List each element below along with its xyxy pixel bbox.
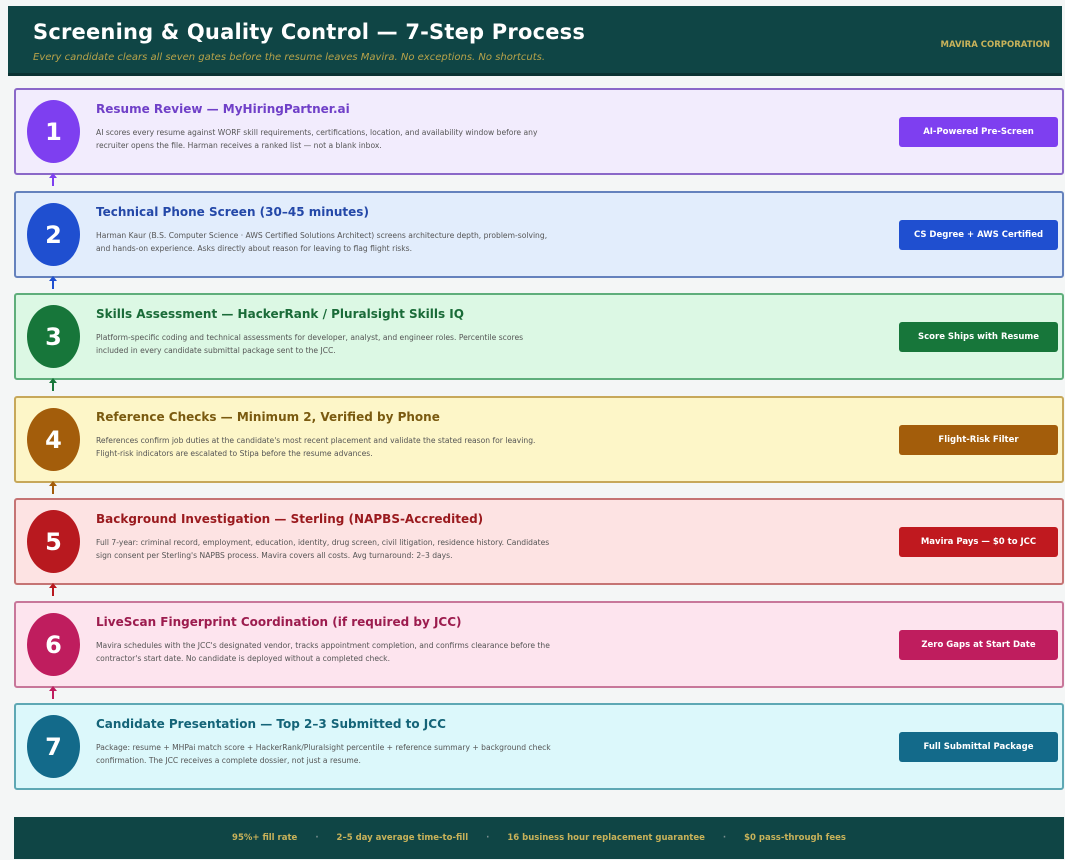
step-description: AI scores every resume against WORF skil… <box>96 128 538 150</box>
step-description: Mavira schedules with the JCC's designat… <box>96 641 550 663</box>
step-description: Full 7-year: criminal record, employment… <box>96 538 550 560</box>
step-badge: AI-Powered Pre-Screen <box>899 117 1058 147</box>
step-connector-arrow-icon <box>49 481 57 494</box>
step-title: Candidate Presentation — Top 2–3 Submitt… <box>96 717 446 731</box>
step-card-6: 6 LiveScan Fingerprint Coordination (if r… <box>14 601 1064 688</box>
step-connector-arrow-icon <box>49 173 57 186</box>
page-subtitle: Every candidate clears all seven gates b… <box>33 52 546 63</box>
step-title: Background Investigation — Sterling (NAP… <box>96 512 484 526</box>
step-badge: Flight-Risk Filter <box>899 425 1058 455</box>
step-badge: Score Ships with Resume <box>899 322 1058 352</box>
step-description: References confirm job duties at the can… <box>96 436 536 458</box>
step-number-badge: 6 <box>27 613 80 676</box>
page-header: Screening & Quality Control — 7-Step Pro… <box>8 6 1062 76</box>
step-number-badge: 5 <box>27 510 80 573</box>
step-badge: Mavira Pays — $0 to JCC <box>899 527 1058 557</box>
page-title: Screening & Quality Control — 7-Step Pro… <box>33 20 586 44</box>
step-connector-arrow-icon <box>49 583 57 596</box>
footer-stat-time-to-fill: 2–5 day average time-to-fill <box>336 833 469 843</box>
step-number-badge: 1 <box>27 100 80 163</box>
step-description: Platform-specific coding and technical a… <box>96 333 524 355</box>
step-title: Reference Checks — Minimum 2, Verified b… <box>96 410 440 424</box>
step-title: Resume Review — MyHiringPartner.ai <box>96 102 350 116</box>
step-title: Skills Assessment — HackerRank / Plurals… <box>96 307 464 321</box>
footer-separator: · <box>486 833 490 843</box>
step-number-badge: 2 <box>27 203 80 266</box>
step-number-badge: 3 <box>27 305 80 368</box>
company-name: MAVIRA CORPORATION <box>940 40 1050 50</box>
footer-stat-replacement: 16 business hour replacement guarantee <box>507 833 705 843</box>
step-card-4: 4 Reference Checks — Minimum 2, Verified … <box>14 396 1064 483</box>
step-description: Harman Kaur (B.S. Computer Science · AWS… <box>96 231 548 253</box>
step-description: Package: resume + MHPai match score + Ha… <box>96 743 551 765</box>
step-card-7: 7 Candidate Presentation — Top 2–3 Submit… <box>14 703 1064 790</box>
step-card-5: 5 Background Investigation — Sterling (NA… <box>14 498 1064 585</box>
step-connector-arrow-icon <box>49 276 57 289</box>
step-card-1: 1 Resume Review — MyHiringPartner.ai AI sc… <box>14 88 1064 175</box>
step-connector-arrow-icon <box>49 686 57 699</box>
footer-separator: · <box>722 833 727 843</box>
footer-stat-fees: $0 pass-through fees <box>744 833 846 843</box>
step-badge: Zero Gaps at Start Date <box>899 630 1058 660</box>
step-title: LiveScan Fingerprint Coordination (if re… <box>96 615 462 629</box>
step-number-badge: 4 <box>27 408 80 471</box>
step-number-badge: 7 <box>27 715 80 778</box>
step-card-3: 3 Skills Assessment — HackerRank / Plural… <box>14 293 1064 380</box>
footer-stat-fill-rate: 95%+ fill rate <box>232 833 298 843</box>
step-card-2: 2 Technical Phone Screen (30–45 minutes) H… <box>14 191 1064 278</box>
footer-separator: · <box>315 833 319 843</box>
step-badge: CS Degree + AWS Certified <box>899 220 1058 250</box>
footer-stats-bar: 95%+ fill rate · 2–5 day average time-to… <box>14 817 1064 859</box>
step-connector-arrow-icon <box>49 378 57 391</box>
step-title: Technical Phone Screen (30–45 minutes) <box>96 205 369 219</box>
step-badge: Full Submittal Package <box>899 732 1058 762</box>
